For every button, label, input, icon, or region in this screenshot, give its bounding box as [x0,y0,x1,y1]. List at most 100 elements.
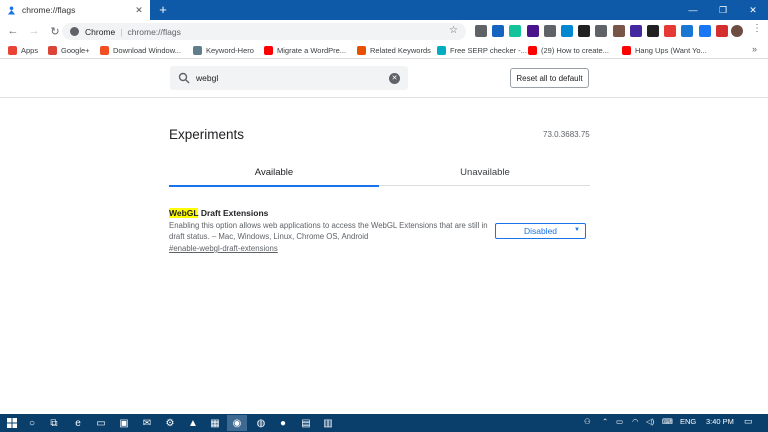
bookmark-label: Related Keywords [370,46,431,55]
tab-unavailable[interactable]: Unavailable [380,158,590,186]
search-highlight: WebGL [169,208,199,218]
clock[interactable]: 3:40 PM [706,417,734,426]
related-keywords-icon [357,46,366,55]
edge-icon[interactable]: e [70,415,86,431]
bookmark-label: Free SERP checker -... [450,46,527,55]
page-title: Experiments [169,127,245,142]
tray-chevron-icon[interactable]: ⌃ [602,417,608,426]
app-icon[interactable]: ▥ [320,415,336,431]
title-bar: chrome://flags ✕ + — ❐ ✕ [0,0,768,20]
search-box[interactable]: ✕ [170,66,408,90]
omnibox-url: chrome://flags [127,26,181,37]
cookie-icon[interactable] [612,25,625,37]
search-icon [178,72,190,84]
new-tab-button[interactable]: + [156,3,170,17]
profile-avatar[interactable] [731,25,743,37]
omnibox-separator: | [120,26,123,37]
presentation-icon[interactable] [647,25,659,37]
bookmark-item[interactable]: Free SERP checker -... [437,44,527,57]
back-icon[interactable]: ← [5,23,21,39]
google-plus-icon [48,46,57,55]
window-capture-icon[interactable] [561,25,573,37]
bookmark-item[interactable]: Migrate a WordPre... [264,44,346,57]
settings-icon[interactable]: ⚙ [162,415,178,431]
file-explorer-icon[interactable]: ▭ [93,415,109,431]
search-input[interactable] [196,73,389,83]
drive-icon[interactable]: ▲ [185,415,201,431]
forward-icon[interactable]: → [26,23,42,39]
flags-header: ✕ Reset all to default [0,59,768,98]
select-value: Disabled [523,226,558,236]
grammarly-icon[interactable] [509,25,522,37]
share-icon[interactable] [681,25,694,37]
ime-icon[interactable]: ⌨ [662,417,673,426]
bookmark-star-icon[interactable]: ☆ [449,25,458,36]
bookmark-label: Apps [21,46,39,55]
reset-all-button[interactable]: Reset all to default [510,68,589,88]
bookmark-item[interactable]: (29) How to create... [528,44,609,57]
volume-icon[interactable]: ◁) [646,417,654,426]
serp-plus-icon [437,46,446,55]
mail-icon[interactable]: ✉ [139,415,155,431]
clear-search-icon[interactable]: ✕ [389,72,400,84]
cortana-icon[interactable]: ○ [24,415,40,431]
youtube-icon [264,46,273,55]
windows-taskbar: ○ ⧉ e ▭ ▣ ✉ ⚙ ▲ ▦ ◉ ◍ ● ▤ ▥ ⚇ ⌃ ▭ ◠ ◁) ⌨… [0,414,768,432]
menu-kebab-icon[interactable]: ⋮ [752,23,762,34]
bookmark-label: Migrate a WordPre... [277,46,347,55]
minimize-icon[interactable]: — [678,0,708,20]
browser-tab[interactable]: chrome://flags ✕ [0,0,150,20]
photos-icon[interactable]: ▦ [207,415,223,431]
spotify-icon[interactable]: ● [275,415,291,431]
info-icon[interactable] [492,25,505,37]
windows-icon [100,46,109,55]
email-hunter-icon[interactable] [664,25,677,37]
version-label: 73.0.3683.75 [543,130,590,139]
tab-close-icon[interactable]: ✕ [134,5,144,16]
pip-icon[interactable] [578,25,591,37]
restore-icon[interactable]: ❐ [708,0,738,20]
experiment-permalink[interactable]: #enable-webgl-draft-extensions [169,244,278,253]
battery-icon[interactable]: ▭ [616,417,623,426]
bookmark-item[interactable]: Google+ [48,44,90,57]
firefox-icon[interactable]: ◍ [253,415,269,431]
facebook-icon[interactable] [698,25,711,37]
download-icon[interactable] [629,25,642,37]
chrome-taskbar-icon[interactable]: ◉ [227,415,247,431]
gear-icon[interactable] [595,25,608,37]
bookmark-item[interactable]: Keyword-Hero [193,44,254,57]
window-close-icon[interactable]: ✕ [738,0,768,20]
omnibox-site: Chrome [85,26,116,37]
camera-icon[interactable] [475,25,487,37]
bookmark-label: (29) How to create... [541,46,609,55]
notepad-icon[interactable]: ▤ [298,415,314,431]
experiment-state-select[interactable]: Disabled ▼ [495,223,586,239]
bookmarks-overflow-icon[interactable]: » [752,44,757,54]
apps-grid-icon [8,46,17,55]
bookmark-item[interactable]: Hang Ups (Want Yo... [622,44,707,57]
bookmark-item[interactable]: Related Keywords [357,44,431,57]
reload-icon[interactable]: ↻ [47,23,63,39]
task-view-icon[interactable]: ⧉ [46,415,62,431]
language-indicator[interactable]: ENG [680,417,696,426]
experiment-title-rest: Draft Extensions [198,208,269,218]
chrome-secure-icon [70,27,79,36]
bookmark-item[interactable]: Apps [8,44,38,57]
action-center-icon[interactable]: ▭ [744,416,753,427]
bookmark-label: Download Window... [113,46,181,55]
store-icon[interactable]: ▣ [116,415,132,431]
people-icon[interactable]: ⚇ [584,417,591,426]
bookmark-item[interactable]: Download Window... [100,44,181,57]
youtube-icon [622,46,631,55]
windows-start-icon[interactable] [4,415,20,431]
address-bar[interactable]: Chrome | chrome://flags ☆ [62,23,466,40]
youtube-icon [528,46,537,55]
wifi-icon[interactable]: ◠ [632,417,639,426]
bookmark-label: Keyword-Hero [206,46,254,55]
flags-tabs: Available Unavailable [169,158,590,187]
circle-extension-icon[interactable] [526,25,539,37]
hand-cursor-icon[interactable] [543,25,556,37]
tab-title: chrome://flags [22,5,76,15]
tab-available[interactable]: Available [169,158,379,187]
flipboard-icon[interactable] [715,25,728,37]
